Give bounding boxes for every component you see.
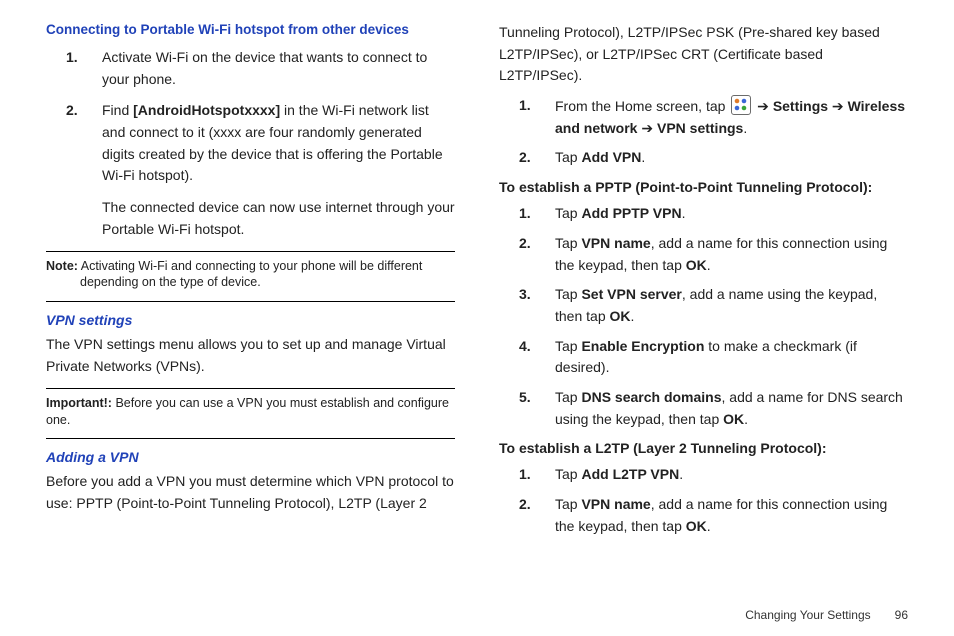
step-number: 2. xyxy=(66,100,78,122)
subheading-l2tp: To establish a L2TP (Layer 2 Tunneling P… xyxy=(499,440,908,456)
step-text: Tap Add PPTP VPN. xyxy=(555,205,685,221)
list-item: 2. Find [AndroidHotspotxxxx] in the Wi-F… xyxy=(46,100,455,187)
step-text: Tap Add VPN. xyxy=(555,149,645,165)
step-text: Find [AndroidHotspotxxxx] in the Wi-Fi n… xyxy=(102,102,443,183)
arrow-icon: ➔ xyxy=(828,98,848,114)
text-fragment: Tap xyxy=(555,466,581,482)
step-number: 2. xyxy=(519,494,531,516)
two-column-layout: Connecting to Portable Wi-Fi hotspot fro… xyxy=(46,20,908,580)
list-item: 4. Tap Enable Encryption to make a check… xyxy=(499,336,908,379)
note-text: Activating Wi-Fi and connecting to your … xyxy=(78,259,422,290)
text-fragment: . xyxy=(744,411,748,427)
step-number: 1. xyxy=(519,95,531,117)
step-text: Tap Add L2TP VPN. xyxy=(555,466,683,482)
text-fragment: Find xyxy=(102,102,133,118)
list-item: 2. Tap Add VPN. xyxy=(499,147,908,169)
divider xyxy=(46,251,455,252)
divider xyxy=(46,388,455,389)
action-label: VPN name xyxy=(581,235,650,251)
step-number: 5. xyxy=(519,387,531,409)
list-item: 1. From the Home screen, tap ➔ Settings … xyxy=(499,95,908,139)
step-text: From the Home screen, tap ➔ Settings ➔ W… xyxy=(555,98,905,136)
subheading-pptp: To establish a PPTP (Point-to-Point Tunn… xyxy=(499,179,908,195)
list-item: 1. Activate Wi-Fi on the device that wan… xyxy=(46,47,455,90)
action-label: OK xyxy=(686,518,707,534)
action-label: VPN name xyxy=(581,496,650,512)
section-heading-connecting: Connecting to Portable Wi-Fi hotspot fro… xyxy=(46,22,455,37)
step-text: Tap DNS search domains, add a name for D… xyxy=(555,389,903,427)
action-label: DNS search domains xyxy=(581,389,721,405)
action-label: Add VPN xyxy=(581,149,641,165)
list-item: 2. Tap VPN name, add a name for this con… xyxy=(499,233,908,276)
steps-pptp: 1. Tap Add PPTP VPN. 2. Tap VPN name, ad… xyxy=(499,203,908,430)
action-label: Enable Encryption xyxy=(581,338,704,354)
text-fragment: Tap xyxy=(555,496,581,512)
divider xyxy=(46,438,455,439)
ssid-placeholder: [AndroidHotspotxxxx] xyxy=(133,102,280,118)
menu-path-item: Settings xyxy=(773,98,828,114)
menu-path-item: VPN settings xyxy=(657,120,743,136)
action-label: OK xyxy=(610,308,631,324)
step-text: Activate Wi-Fi on the device that wants … xyxy=(102,49,427,87)
paragraph-continuation: Tunneling Protocol), L2TP/IPSec PSK (Pre… xyxy=(499,22,908,87)
arrow-icon: ➔ xyxy=(753,98,773,114)
steps-connect-hotspot: 1. Activate Wi-Fi on the device that wan… xyxy=(46,47,455,187)
footer-section-title: Changing Your Settings xyxy=(745,608,870,622)
page-footer: Changing Your Settings 96 xyxy=(745,608,908,622)
steps-open-vpn-settings: 1. From the Home screen, tap ➔ Settings … xyxy=(499,95,908,169)
action-label: Set VPN server xyxy=(581,286,681,302)
list-item: 1. Tap Add L2TP VPN. xyxy=(499,464,908,486)
paragraph: The VPN settings menu allows you to set … xyxy=(46,334,455,377)
text-fragment: From the Home screen, tap xyxy=(555,98,729,114)
followup-paragraph: The connected device can now use interne… xyxy=(102,197,455,240)
steps-l2tp: 1. Tap Add L2TP VPN. 2. Tap VPN name, ad… xyxy=(499,464,908,537)
apps-grid-icon xyxy=(731,95,751,115)
document-page: Connecting to Portable Wi-Fi hotspot fro… xyxy=(0,0,954,636)
divider xyxy=(46,301,455,302)
action-label: Add PPTP VPN xyxy=(581,205,681,221)
text-fragment: . xyxy=(679,466,683,482)
text-fragment: Tap xyxy=(555,205,581,221)
text-fragment: . xyxy=(707,257,711,273)
action-label: Add L2TP VPN xyxy=(581,466,679,482)
important-label: Important!: xyxy=(46,396,112,410)
text-fragment: . xyxy=(743,120,747,136)
note-label: Note: xyxy=(46,259,78,273)
list-item: 3. Tap Set VPN server, add a name using … xyxy=(499,284,908,327)
section-heading-vpn-settings: VPN settings xyxy=(46,312,455,328)
important-block: Important!: Before you can use a VPN you… xyxy=(46,395,455,429)
step-number: 3. xyxy=(519,284,531,306)
right-column: Tunneling Protocol), L2TP/IPSec PSK (Pre… xyxy=(499,20,908,580)
list-item: 5. Tap DNS search domains, add a name fo… xyxy=(499,387,908,430)
text-fragment: Tap xyxy=(555,338,581,354)
page-number: 96 xyxy=(895,608,908,622)
text-fragment: . xyxy=(682,205,686,221)
action-label: OK xyxy=(686,257,707,273)
step-number: 1. xyxy=(66,47,78,69)
text-fragment: . xyxy=(707,518,711,534)
step-number: 1. xyxy=(519,464,531,486)
arrow-icon: ➔ xyxy=(637,120,657,136)
step-number: 1. xyxy=(519,203,531,225)
step-number: 2. xyxy=(519,147,531,169)
paragraph: Before you add a VPN you must determine … xyxy=(46,471,455,514)
note-block: Note: Activating Wi-Fi and connecting to… xyxy=(46,258,455,292)
text-fragment: . xyxy=(631,308,635,324)
step-number: 2. xyxy=(519,233,531,255)
left-column: Connecting to Portable Wi-Fi hotspot fro… xyxy=(46,20,455,580)
step-text: Tap Set VPN server, add a name using the… xyxy=(555,286,877,324)
text-fragment: Tap xyxy=(555,235,581,251)
step-text: Tap Enable Encryption to make a checkmar… xyxy=(555,338,857,376)
step-text: Tap VPN name, add a name for this connec… xyxy=(555,235,887,273)
section-heading-adding-vpn: Adding a VPN xyxy=(46,449,455,465)
step-number: 4. xyxy=(519,336,531,358)
text-fragment: Tap xyxy=(555,389,581,405)
action-label: OK xyxy=(723,411,744,427)
text-fragment: Tap xyxy=(555,149,581,165)
step-text: Tap VPN name, add a name for this connec… xyxy=(555,496,887,534)
list-item: 2. Tap VPN name, add a name for this con… xyxy=(499,494,908,537)
list-item: 1. Tap Add PPTP VPN. xyxy=(499,203,908,225)
text-fragment: . xyxy=(641,149,645,165)
text-fragment: Tap xyxy=(555,286,581,302)
